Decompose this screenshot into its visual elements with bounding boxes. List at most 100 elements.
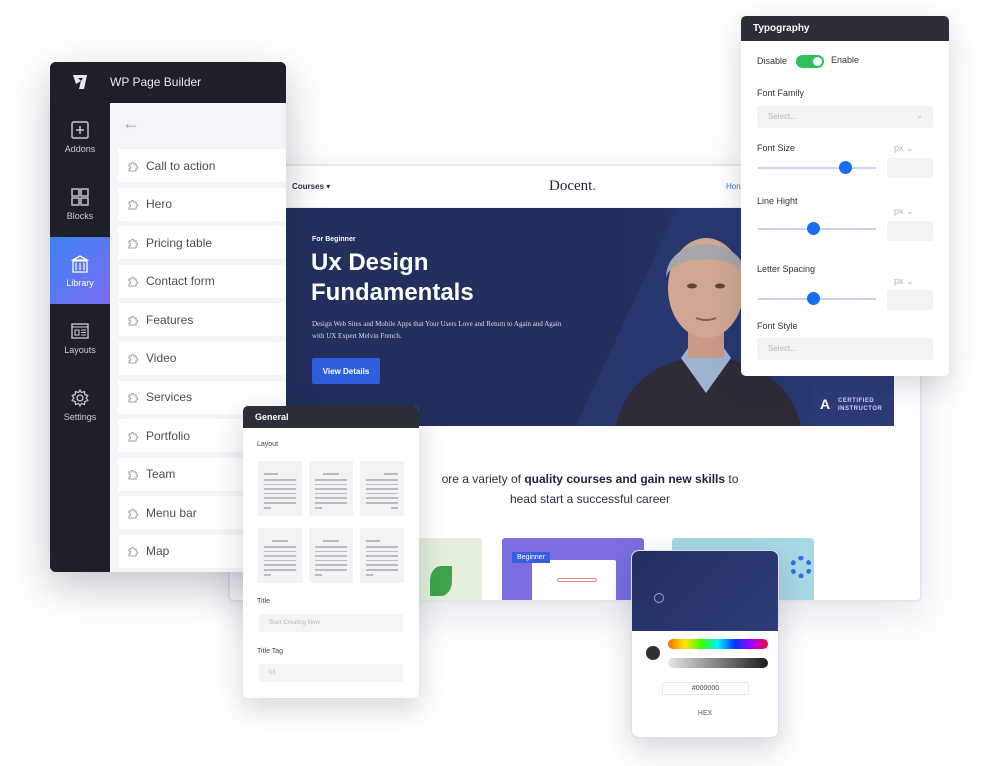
addon-item[interactable]: Call to action <box>118 149 286 182</box>
hero-title: Ux Design Fundamentals <box>311 248 611 308</box>
sidebar-item-library[interactable]: Library <box>50 237 110 304</box>
addon-item-label: Pricing table <box>146 235 213 250</box>
line-height-input[interactable] <box>887 221 933 241</box>
nav-link-home[interactable]: Hon <box>726 182 741 191</box>
addon-item-label: Contact form <box>146 274 215 289</box>
slider-thumb[interactable] <box>838 161 852 174</box>
slider-thumb[interactable] <box>806 222 820 235</box>
slider-track <box>758 167 876 169</box>
general-panel-title: General <box>243 406 419 428</box>
alpha-slider[interactable] <box>668 658 768 668</box>
title-input[interactable]: Start Creating Now <box>259 614 403 632</box>
addon-item-label: Team <box>146 467 176 482</box>
addon-item[interactable]: Hero <box>118 187 286 221</box>
puzzle-icon <box>128 508 138 519</box>
letter-spacing-input[interactable] <box>887 290 933 310</box>
layout-footer-line <box>391 507 398 509</box>
site-logo[interactable]: Docent. <box>549 178 596 195</box>
unit-text: px <box>894 206 904 216</box>
slider-thumb[interactable] <box>806 292 820 305</box>
layout-text-line <box>315 479 347 481</box>
layout-text-line <box>264 569 296 571</box>
layout-text-line <box>366 564 398 566</box>
builder-logo-icon <box>73 75 87 89</box>
view-details-button[interactable]: View Details <box>312 358 380 384</box>
unit-text: px <box>894 276 904 286</box>
enable-label: Enable <box>831 55 860 65</box>
layout-text-line <box>264 488 296 490</box>
puzzle-icon <box>128 315 138 326</box>
line-height-unit-select[interactable]: px ⌄ <box>894 206 914 217</box>
addon-item[interactable]: Features <box>118 303 286 337</box>
addon-item[interactable]: Pricing table <box>118 226 286 260</box>
font-style-select[interactable]: Select... <box>757 338 933 360</box>
gear-illustration-icon <box>790 556 812 578</box>
course-card[interactable]: Beginner <box>502 538 644 600</box>
layout-text-line <box>315 546 347 548</box>
layout-heading-line <box>323 540 339 542</box>
blocks-grid-icon <box>71 187 89 206</box>
layout-option[interactable] <box>309 461 353 516</box>
sidebar-item-blocks[interactable]: Blocks <box>50 170 110 237</box>
sidebar-item-settings[interactable]: Settings <box>50 371 110 438</box>
disable-label: Disable <box>757 56 788 66</box>
badge-text: CERTIFIED INSTRUCTOR <box>838 397 882 413</box>
site-tagline: ore a variety of quality courses and gai… <box>400 469 780 509</box>
color-picker-handle[interactable] <box>654 593 664 603</box>
layout-text-line <box>366 497 398 499</box>
plus-square-icon <box>71 120 89 139</box>
hue-slider[interactable] <box>668 639 768 649</box>
addon-item-label: Features <box>146 312 194 327</box>
layout-heading-line <box>264 473 278 475</box>
arrow-left-icon[interactable]: ← <box>122 113 140 134</box>
addon-item[interactable]: Contact form <box>118 264 286 298</box>
letter-spacing-slider[interactable] <box>758 292 876 305</box>
hero-tag: For Beginner <box>312 236 356 243</box>
font-family-placeholder: Select... <box>768 112 797 121</box>
layout-option[interactable] <box>360 528 404 583</box>
line-height-slider[interactable] <box>758 222 876 235</box>
layout-text-line <box>315 483 347 486</box>
typography-toggle[interactable] <box>796 55 824 68</box>
layout-text-line <box>264 492 296 495</box>
sidebar-item-label: Settings <box>63 411 97 422</box>
layout-text-line <box>366 555 398 557</box>
letter-spacing-label: Letter Spacing <box>757 264 816 274</box>
layout-text-line <box>264 497 296 499</box>
builder-title: WP Page Builder <box>110 75 202 89</box>
font-family-select[interactable]: Select... ⌄ <box>757 106 933 128</box>
layout-text-line <box>264 479 296 481</box>
color-mode-toggle[interactable]: HEX <box>632 710 778 717</box>
layout-option[interactable] <box>258 528 302 583</box>
letter-spacing-unit-select[interactable]: px ⌄ <box>894 276 914 287</box>
layout-text-line <box>366 569 398 571</box>
layout-text-line <box>315 502 347 504</box>
font-size-slider[interactable] <box>758 161 876 174</box>
sidebar-item-label: Blocks <box>66 210 94 221</box>
addon-item-label: Map <box>146 544 170 559</box>
layout-text-line <box>315 550 347 553</box>
addon-item-label: Hero <box>146 197 173 212</box>
layout-option[interactable] <box>309 528 353 583</box>
layout-option[interactable] <box>258 461 302 516</box>
title-tag-select[interactable]: h3 <box>259 664 403 682</box>
gear-icon <box>71 388 89 407</box>
font-size-input[interactable] <box>887 158 933 178</box>
toggle-knob <box>813 57 822 66</box>
addon-item[interactable]: Video <box>118 341 286 375</box>
typography-panel: Typography Disable Enable Font Family Se… <box>741 16 949 376</box>
addon-item-label: Services <box>146 390 193 405</box>
courses-menu[interactable]: Courses ▾ <box>292 182 330 191</box>
site-logo-text: Docent <box>549 178 593 194</box>
layout-label: Layout <box>257 441 279 448</box>
layout-option[interactable] <box>360 461 404 516</box>
layout-text-line <box>264 564 296 566</box>
layout-footer-line <box>264 574 271 576</box>
hex-input[interactable]: #000000 <box>662 682 749 695</box>
hero-title-line2: Fundamentals <box>311 279 474 306</box>
saturation-area[interactable] <box>632 551 778 631</box>
font-size-unit-select[interactable]: px ⌄ <box>894 143 914 154</box>
sidebar-item-addons[interactable]: Addons <box>50 103 110 170</box>
layout-text-line <box>366 479 398 481</box>
sidebar-item-layouts[interactable]: Layouts <box>50 304 110 371</box>
